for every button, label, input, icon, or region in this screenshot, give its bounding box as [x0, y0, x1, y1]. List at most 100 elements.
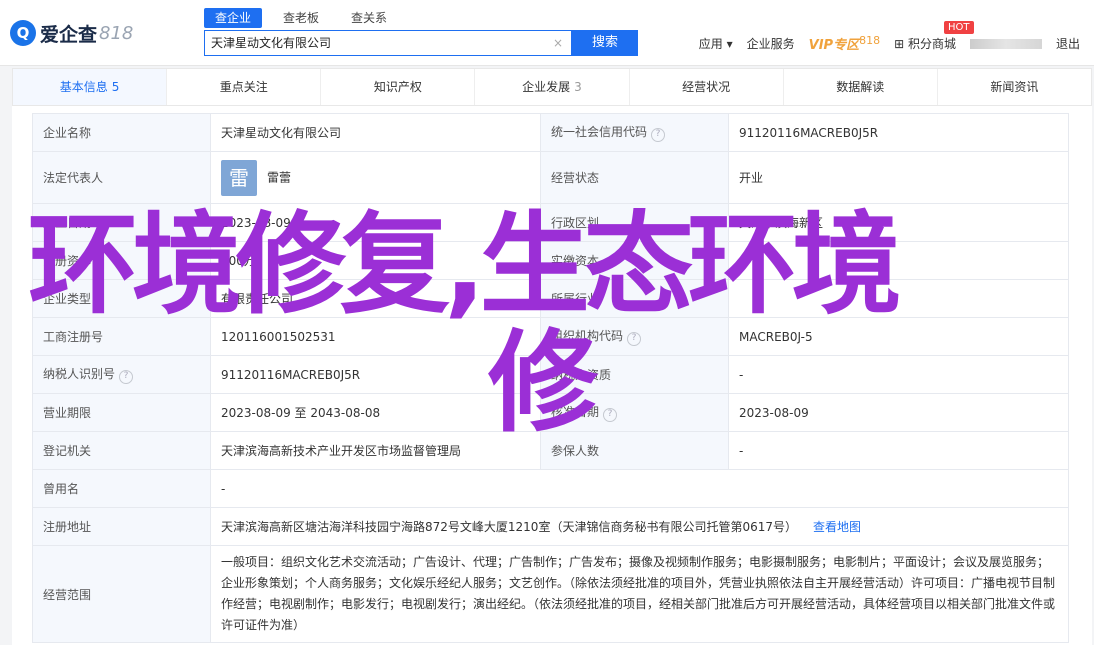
search-button[interactable]: 搜索: [572, 30, 638, 56]
brand-name: 爱企查: [40, 23, 98, 46]
clear-icon[interactable]: ×: [553, 31, 563, 55]
table-row: 成立日期 2023-08-09 行政区划 天津市滨海新区: [32, 203, 1069, 242]
tab-focus[interactable]: 重点关注: [167, 69, 322, 105]
field-label: 参保人数: [540, 431, 729, 470]
field-label: 企业类型: [32, 279, 211, 318]
tab-label: 企业发展: [522, 80, 571, 94]
field-value: 一般项目：组织文化艺术交流活动；广告设计、代理；广告制作；广告发布；摄像及视频制…: [210, 545, 1069, 643]
tab-label: 重点关注: [219, 80, 268, 94]
field-label: 统一社会信用代码: [540, 113, 729, 152]
field-value: [728, 279, 1069, 318]
vip-label: VIP专区: [808, 38, 860, 53]
field-value: 天津市滨海新区: [728, 203, 1069, 242]
field-label: 工商注册号: [32, 317, 211, 356]
field-value: -: [728, 355, 1069, 394]
field-value: 2023-08-09 至 2043-08-08: [210, 393, 541, 432]
search-value: 天津星动文化有限公司: [211, 36, 332, 50]
tab-count: 5: [111, 80, 120, 94]
search-input[interactable]: 天津星动文化有限公司 ×: [204, 30, 572, 56]
search-logo-icon: Q: [10, 20, 36, 46]
field-label-text: 纳税人识别号: [43, 367, 116, 381]
tab-data[interactable]: 数据解读: [784, 69, 938, 105]
chevron-down-icon: ▾: [726, 37, 733, 51]
field-label: 登记机关: [32, 431, 211, 470]
field-label: 法定代表人: [32, 151, 211, 204]
view-map-link[interactable]: 查看地图: [813, 520, 861, 534]
field-label-text: 核准日期: [551, 405, 600, 419]
field-label: 注册地址: [32, 507, 211, 546]
table-row: 营业期限 2023-08-09 至 2043-08-08 核准日期 2023-0…: [32, 393, 1069, 432]
field-value: 天津滨海高新区塘沽海洋科技园宁海路872号文峰大厦1210室（天津锦信商务秘书有…: [210, 507, 1069, 546]
field-value: 91120116MACREB0J5R: [210, 355, 541, 394]
legal-rep-name[interactable]: 雷蕾: [267, 170, 291, 184]
address-text: 天津滨海高新区塘沽海洋科技园宁海路872号文峰大厦1210室（天津锦信商务秘书有…: [221, 520, 797, 534]
brand-number: 818: [99, 22, 134, 44]
search-tabs: 查企业 查老板 查关系: [204, 8, 408, 28]
field-value: 2023-08-09: [210, 203, 541, 242]
field-label: 实缴资本: [540, 241, 729, 280]
field-label: 所属行业: [540, 279, 729, 318]
field-value: 2023-08-09: [728, 393, 1069, 432]
field-value: -: [728, 241, 1069, 280]
hot-badge: HOT: [944, 21, 974, 34]
nav-logout[interactable]: 退出: [1056, 35, 1080, 52]
table-row: 经营范围 一般项目：组织文化艺术交流活动；广告设计、代理；广告制作；广告发布；摄…: [32, 545, 1069, 643]
field-label: 核准日期: [540, 393, 729, 432]
field-value: 开业: [728, 151, 1069, 204]
user-name-blurred[interactable]: [969, 38, 1042, 49]
field-label: 纳税人资质: [540, 355, 729, 394]
table-row: 曾用名 -: [32, 469, 1069, 508]
tab-label: 新闻资讯: [990, 80, 1039, 94]
tab-count: 3: [574, 80, 582, 94]
top-nav: 应用 ▾ 企业服务 VIP专区818 ⊞ 积分商城 退出: [699, 34, 1094, 53]
field-label: 成立日期: [32, 203, 211, 242]
tab-development[interactable]: 企业发展 3: [475, 69, 630, 105]
field-label: 组织机构代码: [540, 317, 729, 356]
nav-vip[interactable]: VIP专区818: [809, 34, 880, 53]
tab-news[interactable]: 新闻资讯: [938, 69, 1091, 105]
field-label: 注册资本: [32, 241, 211, 280]
table-row: 工商注册号 120116001502531 组织机构代码 MACREB0J-5: [32, 317, 1069, 356]
tab-basic-info[interactable]: 基本信息 5: [13, 69, 168, 105]
field-label: 经营范围: [32, 545, 211, 643]
field-label-text: 统一社会信用代码: [551, 125, 648, 139]
basic-info-panel: 企业名称 天津星动文化有限公司 统一社会信用代码 91120116MACREB0…: [12, 106, 1092, 645]
nav-points-label: 积分商城: [907, 37, 956, 51]
search-tab-relation[interactable]: 查关系: [340, 8, 398, 28]
field-label: 纳税人识别号: [32, 355, 211, 394]
logo[interactable]: Q 爱企查 818: [10, 18, 133, 48]
nav-app-label: 应用: [698, 37, 723, 51]
field-value: 91120116MACREB0J5R: [728, 113, 1069, 152]
search-tab-boss[interactable]: 查老板: [272, 8, 330, 28]
field-value: 天津星动文化有限公司: [210, 113, 541, 152]
table-row: 注册地址 天津滨海高新区塘沽海洋科技园宁海路872号文峰大厦1210室（天津锦信…: [32, 507, 1069, 546]
field-value[interactable]: 雷雷蕾: [210, 151, 541, 204]
table-row: 法定代表人 雷雷蕾 经营状态 开业: [32, 151, 1069, 204]
table-row: 纳税人识别号 91120116MACREB0J5R 纳税人资质 -: [32, 355, 1069, 394]
field-label: 曾用名: [32, 469, 211, 508]
top-bar: Q 爱企查 818 查企业 查老板 查关系 天津星动文化有限公司 × 搜索 HO…: [0, 0, 1094, 66]
field-label: 营业期限: [32, 393, 211, 432]
field-label: 企业名称: [32, 113, 211, 152]
table-row: 企业类型 有限责任公司 所属行业: [32, 279, 1069, 318]
tab-label: 基本信息: [59, 80, 108, 94]
table-row: 注册资本 600万 实缴资本 -: [32, 241, 1069, 280]
nav-app[interactable]: 应用 ▾: [699, 35, 733, 52]
search-tab-company[interactable]: 查企业: [204, 8, 263, 28]
field-value: 600万: [210, 241, 541, 280]
tab-operation[interactable]: 经营状况: [630, 69, 784, 105]
field-value: 120116001502531: [210, 317, 541, 356]
field-value: 有限责任公司: [210, 279, 541, 318]
field-label: 行政区划: [540, 203, 729, 242]
nav-points[interactable]: ⊞ 积分商城: [894, 35, 956, 52]
content-tabs: 基本信息 5 重点关注 知识产权 企业发展 3 经营状况 数据解读 新闻资讯: [12, 68, 1092, 106]
gift-icon: ⊞: [894, 37, 905, 51]
field-value: -: [210, 469, 1069, 508]
field-value: MACREB0J-5: [728, 317, 1069, 356]
nav-service[interactable]: 企业服务: [747, 35, 795, 52]
basic-info-table: 企业名称 天津星动文化有限公司 统一社会信用代码 91120116MACREB0…: [32, 113, 1069, 643]
field-value: -: [728, 431, 1069, 470]
tab-ip[interactable]: 知识产权: [321, 69, 476, 105]
field-value: 天津滨海高新技术产业开发区市场监督管理局: [210, 431, 541, 470]
tab-label: 经营状况: [682, 80, 731, 94]
